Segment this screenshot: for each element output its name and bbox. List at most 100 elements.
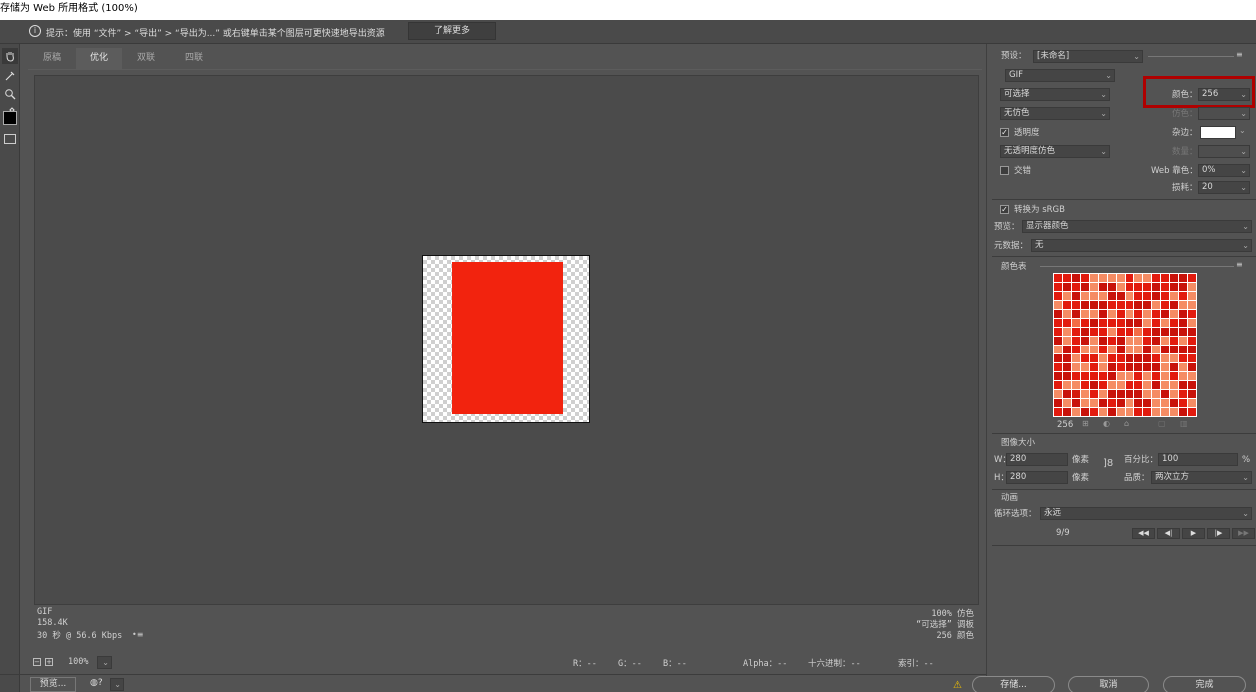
color-swatch[interactable]	[1170, 336, 1179, 345]
color-swatch[interactable]	[1116, 327, 1125, 336]
color-swatch[interactable]	[1089, 282, 1098, 291]
preview-dropdown[interactable]: 显示器颜色 ⌄	[1022, 220, 1252, 233]
zoom-in-button[interactable]: +	[45, 658, 53, 666]
play-button[interactable]: ▶	[1182, 528, 1205, 539]
color-swatch[interactable]	[1161, 336, 1170, 345]
color-swatch[interactable]	[1098, 282, 1107, 291]
color-swatch[interactable]	[1089, 399, 1098, 408]
color-swatch[interactable]	[1143, 318, 1152, 327]
color-swatch[interactable]	[1179, 363, 1188, 372]
color-swatch[interactable]	[1134, 327, 1143, 336]
color-swatch[interactable]	[1161, 345, 1170, 354]
color-swatch[interactable]	[1098, 274, 1107, 282]
color-swatch[interactable]	[1170, 408, 1179, 416]
color-swatch[interactable]	[1080, 399, 1089, 408]
height-input[interactable]: 280	[1006, 471, 1068, 484]
lossy-dropdown[interactable]: 20 ⌄	[1198, 181, 1250, 194]
delete-color-icon[interactable]: ▥	[1180, 419, 1188, 428]
color-swatch[interactable]	[1161, 309, 1170, 318]
color-swatch[interactable]	[1143, 309, 1152, 318]
color-swatch[interactable]	[1125, 390, 1134, 399]
color-swatch[interactable]	[1089, 408, 1098, 416]
transparency-checkbox[interactable]: ✓	[1000, 128, 1009, 137]
color-swatch[interactable]	[1161, 327, 1170, 336]
transparency-dither-dropdown[interactable]: 无透明度仿色 ⌄	[1000, 145, 1110, 158]
color-swatch[interactable]	[1107, 390, 1116, 399]
color-swatch[interactable]	[1170, 274, 1179, 282]
color-swatch[interactable]	[1188, 390, 1196, 399]
color-swatch[interactable]	[1179, 408, 1188, 416]
color-swatch[interactable]	[1179, 336, 1188, 345]
cancel-button[interactable]: 取消	[1068, 676, 1149, 692]
color-swatch[interactable]	[1107, 274, 1116, 282]
color-swatch[interactable]	[1170, 363, 1179, 372]
color-swatch[interactable]	[1125, 274, 1134, 282]
color-swatch[interactable]	[1098, 381, 1107, 390]
color-swatch[interactable]	[1071, 399, 1080, 408]
color-swatch[interactable]	[1170, 399, 1179, 408]
color-swatch[interactable]	[1188, 274, 1196, 282]
loop-dropdown[interactable]: 永远 ⌄	[1040, 507, 1252, 520]
color-swatch[interactable]	[1134, 399, 1143, 408]
color-swatch[interactable]	[1116, 291, 1125, 300]
color-swatch[interactable]	[1170, 345, 1179, 354]
color-swatch[interactable]	[1188, 300, 1196, 309]
color-swatch[interactable]	[1125, 354, 1134, 363]
zoom-dropdown[interactable]: ⌄	[97, 656, 112, 669]
color-swatch[interactable]	[1143, 381, 1152, 390]
color-swatch[interactable]	[1179, 345, 1188, 354]
color-swatch[interactable]	[1080, 274, 1089, 282]
color-swatch[interactable]	[1161, 390, 1170, 399]
quality-dropdown[interactable]: 两次立方 ⌄	[1151, 471, 1252, 484]
color-swatch[interactable]	[1161, 318, 1170, 327]
color-swatch[interactable]	[1143, 291, 1152, 300]
color-swatch[interactable]	[1179, 291, 1188, 300]
color-swatch[interactable]	[1134, 363, 1143, 372]
color-swatch[interactable]	[1054, 291, 1062, 300]
color-swatch[interactable]	[1179, 354, 1188, 363]
color-swatch[interactable]	[1134, 336, 1143, 345]
convert-srgb-checkbox[interactable]: ✓	[1000, 205, 1009, 214]
color-swatch[interactable]	[1116, 354, 1125, 363]
color-swatch[interactable]	[1152, 274, 1161, 282]
color-swatch[interactable]	[1143, 274, 1152, 282]
color-swatch[interactable]	[1098, 300, 1107, 309]
color-swatch[interactable]	[1161, 381, 1170, 390]
color-swatch[interactable]	[1080, 327, 1089, 336]
color-swatch[interactable]	[1089, 381, 1098, 390]
color-swatch[interactable]	[1179, 318, 1188, 327]
color-swatch[interactable]	[1143, 345, 1152, 354]
color-swatch[interactable]	[1116, 399, 1125, 408]
toggle-slices-icon[interactable]	[4, 134, 16, 144]
color-swatch[interactable]	[1054, 327, 1062, 336]
color-swatch[interactable]	[1098, 390, 1107, 399]
color-swatch[interactable]	[1134, 345, 1143, 354]
color-swatch[interactable]	[1152, 363, 1161, 372]
done-button[interactable]: 完成	[1163, 676, 1246, 692]
color-swatch[interactable]	[1080, 381, 1089, 390]
color-swatch[interactable]	[1125, 381, 1134, 390]
percent-input[interactable]: 100	[1158, 453, 1238, 466]
color-swatch[interactable]	[1080, 372, 1089, 381]
metadata-dropdown[interactable]: 无 ⌄	[1031, 239, 1252, 252]
color-swatch[interactable]	[1188, 327, 1196, 336]
color-swatch[interactable]	[1054, 318, 1062, 327]
color-swatch[interactable]	[1098, 408, 1107, 416]
color-swatch[interactable]	[1116, 390, 1125, 399]
color-swatch[interactable]	[1152, 354, 1161, 363]
color-swatch[interactable]	[1143, 327, 1152, 336]
color-swatch[interactable]	[1098, 399, 1107, 408]
color-swatch[interactable]	[1152, 345, 1161, 354]
color-swatch[interactable]	[1089, 345, 1098, 354]
color-swatch[interactable]	[1054, 399, 1062, 408]
color-swatch[interactable]	[1089, 309, 1098, 318]
color-swatch[interactable]	[1116, 408, 1125, 416]
color-swatch[interactable]	[1071, 300, 1080, 309]
color-swatch[interactable]	[1098, 336, 1107, 345]
color-swatch[interactable]	[1054, 345, 1062, 354]
color-swatch[interactable]	[1161, 274, 1170, 282]
color-swatch[interactable]	[1071, 327, 1080, 336]
color-swatch[interactable]	[1179, 399, 1188, 408]
color-swatch[interactable]	[1188, 372, 1196, 381]
color-swatch[interactable]	[1188, 309, 1196, 318]
